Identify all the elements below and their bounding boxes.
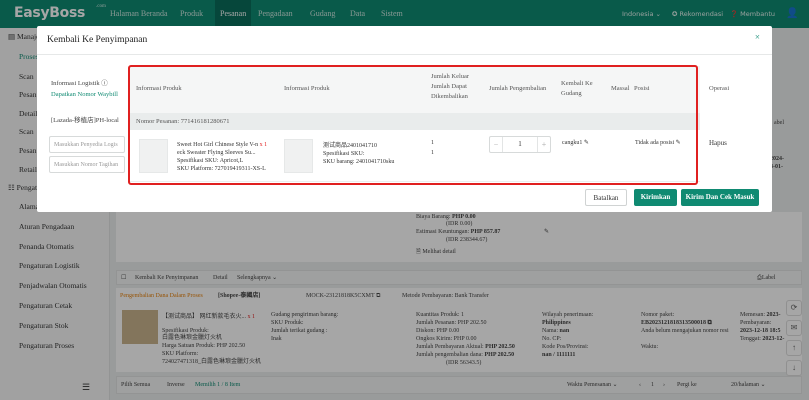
modal-title: Kembali Ke Penyimpanan: [47, 35, 148, 45]
help-circle-icon: ⓘ: [101, 80, 108, 87]
get-waybill-link[interactable]: Dapatkan Nomor Waybill: [51, 90, 118, 100]
tracking-number-input[interactable]: Masukkan Nomor Tagihan: [49, 156, 125, 173]
close-icon[interactable]: ×: [755, 32, 760, 42]
shop-name: [Lazada-移植店]PH-local: [51, 117, 119, 124]
submit-button[interactable]: Kirimkan: [634, 189, 677, 206]
highlight-box: [128, 65, 698, 185]
submit-and-check-in-button[interactable]: Kirim Dan Cek Masuk: [681, 189, 759, 206]
logistics-provider-input[interactable]: Masukkan Penyedia Logis: [49, 136, 125, 153]
modal-divider: [37, 54, 772, 55]
header-operation: Operasi: [709, 85, 730, 92]
delete-link[interactable]: Hapus: [709, 139, 727, 148]
logistics-info-label: Informasi Logistik ⓘ: [51, 80, 108, 87]
cancel-button[interactable]: Batalkan: [585, 189, 627, 206]
